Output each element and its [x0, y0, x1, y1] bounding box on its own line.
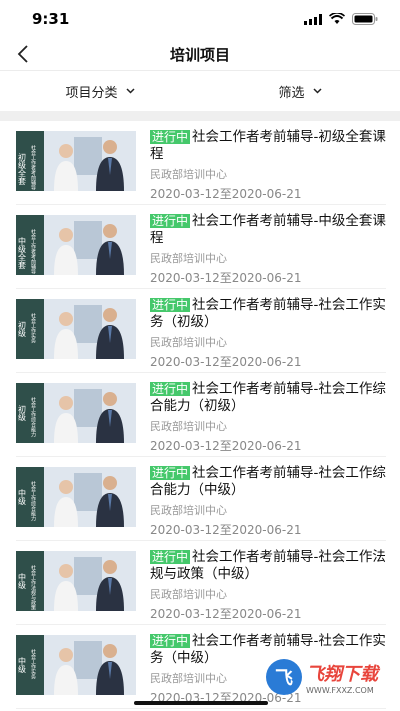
- status-badge: 进行中: [150, 634, 191, 648]
- category-dropdown[interactable]: 项目分类: [0, 71, 200, 111]
- course-list-item[interactable]: 社会工作综合能力 初级 进行中 社会工作者考前辅导-社会工作综合能力（初级） 民政部培训…: [16, 373, 386, 457]
- course-date-range: 2020-03-12至2020-06-21: [150, 271, 302, 285]
- thumbnail-level: 中级: [18, 656, 27, 674]
- home-indicator: [134, 701, 268, 705]
- section-divider: [0, 111, 400, 121]
- back-arrow-icon[interactable]: [12, 42, 36, 66]
- course-organizer: 民政部培训中心: [150, 168, 227, 181]
- course-date-range: 2020-03-12至2020-06-21: [150, 607, 302, 621]
- nav-bar: 培训项目: [0, 38, 400, 70]
- course-title-line: 进行中 社会工作者考前辅导-社会工作实务（初级）: [150, 297, 386, 331]
- course-title-line: 进行中 社会工作者考前辅导-社会工作综合能力（初级）: [150, 381, 386, 415]
- course-organizer: 民政部培训中心: [150, 252, 227, 265]
- watermark-text: 飞翔下载: [306, 663, 378, 685]
- status-badge: 进行中: [150, 382, 191, 396]
- course-title-line: 进行中 社会工作者考前辅导-社会工作综合能力（中级）: [150, 465, 386, 499]
- page-title: 培训项目: [169, 45, 230, 64]
- status-bar: 9:31: [0, 0, 400, 38]
- course-title-line: 进行中 社会工作者考前辅导-中级全套课程: [150, 213, 386, 247]
- course-list-item[interactable]: 社会工作综合能力 中级 进行中 社会工作者考前辅导-社会工作综合能力（中级） 民政部培训…: [16, 457, 386, 541]
- thumbnail-level: 初级: [18, 404, 27, 422]
- watermark-url: WWW.FXXZ.COM: [306, 685, 374, 695]
- status-badge: 进行中: [150, 550, 191, 564]
- course-thumbnail: 社会工作者考前辅导 初级全套: [16, 131, 136, 191]
- course-list-item[interactable]: 社会工作法规与政策 中级 进行中 社会工作者考前辅导-社会工作法规与政策（中级） 民政部…: [16, 541, 386, 625]
- course-list-item[interactable]: 社会工作者考前辅导 初级全套 进行中 社会工作者考前辅导-初级全套课程 民政部培训中心 2…: [16, 121, 386, 205]
- course-organizer: 民政部培训中心: [150, 420, 227, 433]
- course-thumbnail: 社会工作实务 初级: [16, 299, 136, 359]
- filter-bar: 项目分类 筛选: [0, 70, 400, 111]
- thumbnail-level: 中级全套: [18, 236, 27, 270]
- thumbnail-level: 初级: [18, 320, 27, 338]
- category-label: 项目分类: [65, 85, 118, 101]
- course-list-item[interactable]: 社会工作者考前辅导 中级全套 进行中 社会工作者考前辅导-中级全套课程 民政部培训中心 2…: [16, 205, 386, 289]
- course-date-range: 2020-03-12至2020-06-21: [150, 187, 302, 201]
- course-thumbnail: 社会工作综合能力 初级: [16, 383, 136, 443]
- wifi-icon: [329, 13, 345, 24]
- chevron-down-icon: [312, 88, 322, 94]
- thumbnail-caption: 社会工作实务: [30, 648, 36, 680]
- course-list-item[interactable]: 社会工作实务 初级 进行中 社会工作者考前辅导-社会工作实务（初级） 民政部培训中心 20…: [16, 289, 386, 373]
- status-badge: 进行中: [150, 214, 191, 228]
- filter-dropdown[interactable]: 筛选: [200, 71, 400, 111]
- course-thumbnail: 社会工作者考前辅导 中级全套: [16, 215, 136, 275]
- course-organizer: 民政部培训中心: [150, 504, 227, 517]
- thumbnail-caption: 社会工作综合能力: [30, 396, 36, 438]
- thumbnail-level: 中级: [18, 488, 27, 506]
- thumbnail-caption: 社会工作实务: [30, 312, 36, 344]
- thumbnail-caption: 社会工作法规与政策: [30, 564, 36, 611]
- thumbnail-caption: 社会工作者考前辅导: [30, 144, 36, 190]
- course-organizer: 民政部培训中心: [150, 336, 227, 349]
- status-badge: 进行中: [150, 298, 191, 312]
- filter-label: 筛选: [278, 85, 305, 101]
- course-thumbnail: 社会工作综合能力 中级: [16, 467, 136, 527]
- thumbnail-caption: 社会工作者考前辅导: [30, 228, 36, 274]
- status-badge: 进行中: [150, 130, 191, 144]
- signal-icon: [304, 13, 322, 25]
- course-organizer: 民政部培训中心: [150, 588, 227, 601]
- status-icons: [304, 13, 378, 25]
- status-time: 9:31: [32, 10, 70, 28]
- course-date-range: 2020-03-12至2020-06-21: [150, 355, 302, 369]
- thumbnail-level: 中级: [18, 572, 27, 590]
- battery-icon: [352, 13, 378, 25]
- course-title-line: 进行中 社会工作者考前辅导-社会工作法规与政策（中级）: [150, 549, 386, 583]
- course-title-line: 进行中 社会工作者考前辅导-初级全套课程: [150, 129, 386, 163]
- chevron-down-icon: [125, 88, 135, 94]
- thumbnail-level: 初级全套: [18, 152, 27, 186]
- thumbnail-caption: 社会工作综合能力: [30, 480, 36, 522]
- course-date-range: 2020-03-12至2020-06-21: [150, 439, 302, 453]
- status-badge: 进行中: [150, 466, 191, 480]
- course-thumbnail: 社会工作实务 中级: [16, 635, 136, 695]
- watermark: 飞 飞翔下载 WWW.FXXZ.COM: [266, 655, 394, 699]
- course-date-range: 2020-03-12至2020-06-21: [150, 523, 302, 537]
- watermark-logo: 飞: [266, 659, 302, 695]
- course-list: 社会工作者考前辅导 初级全套 进行中 社会工作者考前辅导-初级全套课程 民政部培训中心 2…: [0, 121, 400, 709]
- course-thumbnail: 社会工作法规与政策 中级: [16, 551, 136, 611]
